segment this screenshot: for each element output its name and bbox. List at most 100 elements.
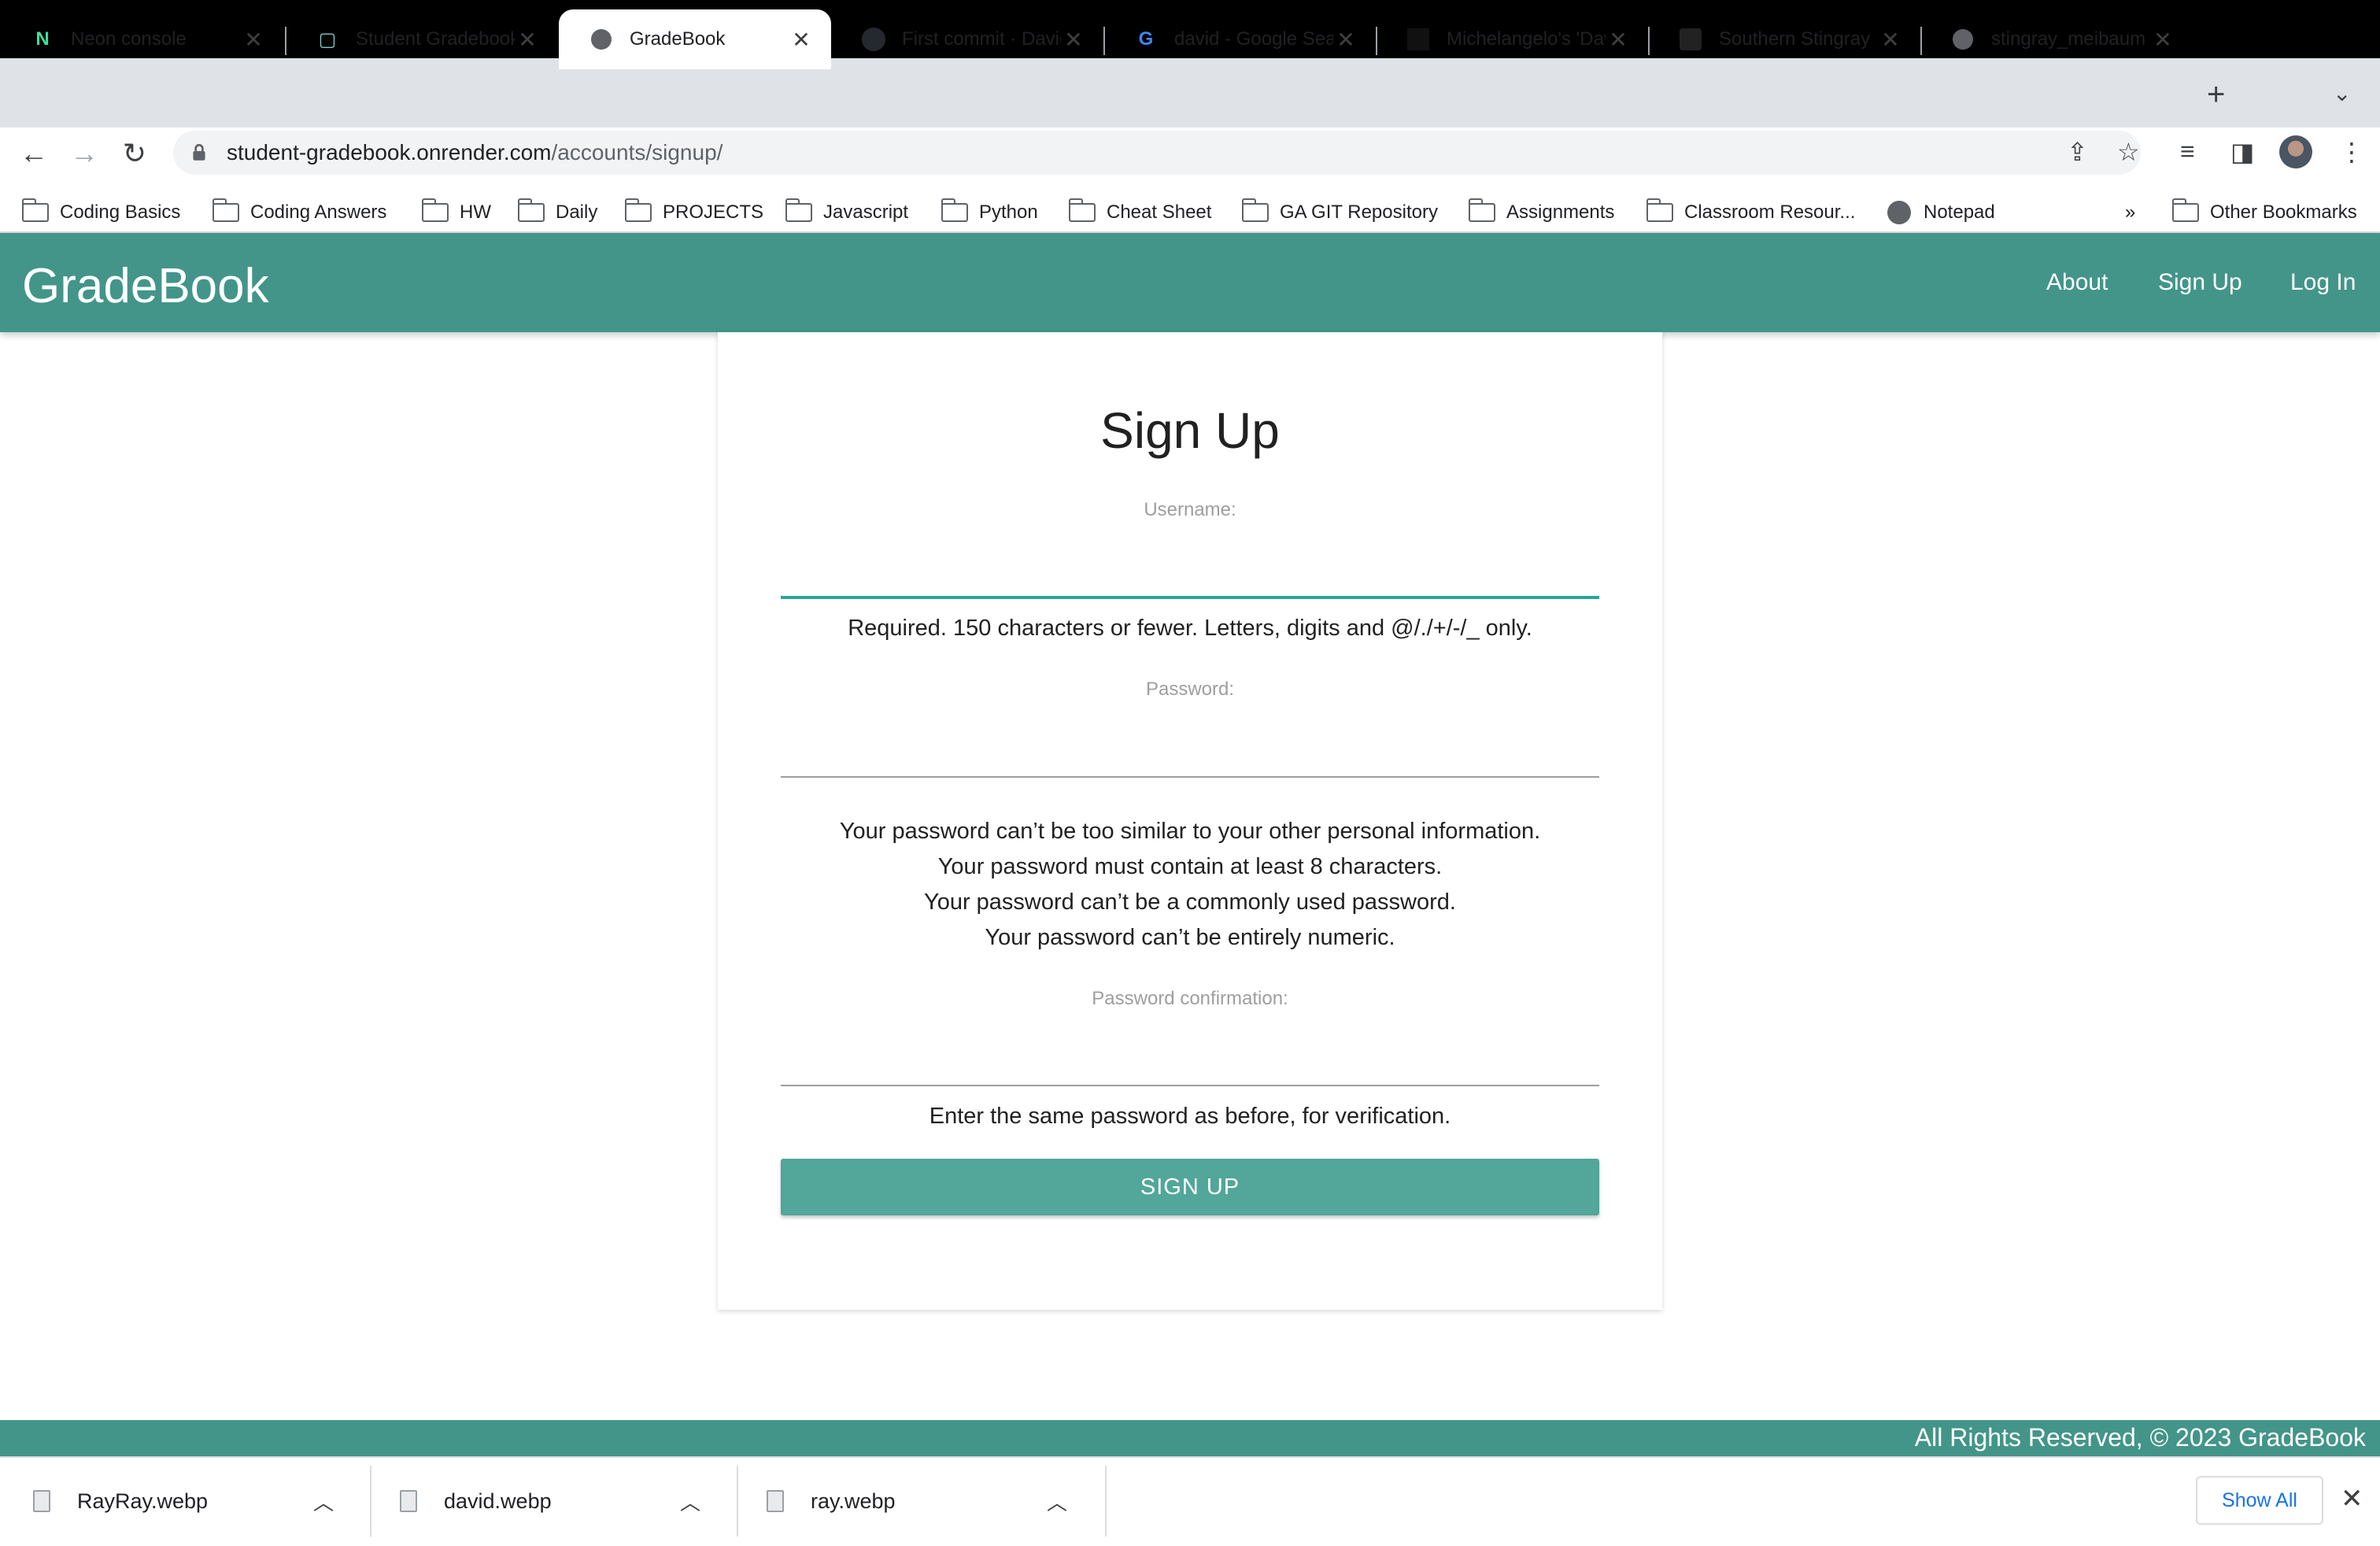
- github-icon: [861, 27, 886, 52]
- more-menu-icon[interactable]: ⋮: [2339, 137, 2364, 167]
- close-tab-icon[interactable]: ✕: [241, 27, 266, 52]
- file-icon: [767, 1490, 784, 1512]
- media-queue-icon[interactable]: ≡: [2180, 137, 2195, 166]
- neon-icon: N: [35, 28, 50, 50]
- password-help-line: Your password can’t be too similar to yo…: [839, 819, 1541, 844]
- password-confirmation-label: Password confirmation:: [1092, 988, 1288, 1009]
- back-arrow-icon[interactable]: ←: [14, 137, 54, 170]
- folder-icon: [1646, 198, 1673, 222]
- folder-icon: [421, 198, 449, 222]
- close-tab-icon[interactable]: ✕: [1606, 27, 1631, 52]
- globe-icon: [1950, 27, 1975, 52]
- bookmark-javascript[interactable]: Javascript: [785, 192, 908, 233]
- password-confirmation-help-text: Enter the same password as before, for v…: [929, 1104, 1451, 1129]
- side-panel-icon[interactable]: ◨: [2230, 137, 2254, 167]
- tab-first-commit[interactable]: First commit · David ✕: [831, 9, 1103, 69]
- url-path: /accounts/signup/: [551, 140, 723, 165]
- bookmark-cheat-sheet[interactable]: Cheat Sheet: [1068, 192, 1211, 233]
- password-field[interactable]: [781, 721, 1599, 778]
- folder-icon: [624, 198, 652, 222]
- bookmark-notepad[interactable]: Notepad: [1887, 192, 1995, 233]
- file-icon: [33, 1490, 50, 1512]
- nav-log-in[interactable]: Log In: [2290, 269, 2356, 296]
- url-host: student-gradebook.onrender.com: [227, 140, 552, 165]
- show-all-button[interactable]: Show All: [2196, 1476, 2323, 1525]
- site-icon: [1406, 27, 1431, 52]
- tab-google-search[interactable]: G david - Google Search ✕: [1103, 9, 1376, 69]
- username-label: Username:: [1144, 499, 1236, 520]
- close-tab-icon[interactable]: ✕: [515, 27, 540, 52]
- bookmark-daily[interactable]: Daily: [517, 192, 597, 233]
- tab-gradebook[interactable]: GradeBook ✕: [559, 9, 831, 69]
- globe-icon: [589, 27, 614, 52]
- bookmarks-overflow[interactable]: »: [2125, 192, 2135, 233]
- globe-icon: [1887, 201, 1911, 224]
- username-help-text: Required. 150 characters or fewer. Lette…: [848, 616, 1532, 641]
- tab-student-gradebook[interactable]: ▢ Student Gradebook ✕: [285, 9, 557, 69]
- avatar[interactable]: [2279, 135, 2312, 168]
- download-item[interactable]: RayRay.webp ︿: [0, 1466, 334, 1537]
- chevron-down-icon[interactable]: ⌄: [2333, 80, 2351, 106]
- folder-icon: [1241, 198, 1269, 222]
- bookmark-assignments[interactable]: Assignments: [1468, 192, 1614, 233]
- bookmark-coding-basics[interactable]: Coding Basics: [21, 192, 180, 233]
- download-item[interactable]: david.webp ︿: [367, 1466, 700, 1537]
- password-confirmation-field[interactable]: [781, 1030, 1599, 1086]
- password-help-line: Your password can’t be entirely numeric.: [985, 925, 1395, 950]
- folder-icon: [785, 198, 812, 222]
- reload-icon[interactable]: ↻: [115, 137, 154, 170]
- close-tab-icon[interactable]: ✕: [1878, 27, 1903, 52]
- folder-icon: [1468, 198, 1495, 222]
- bookmark-other-bookmarks[interactable]: Other Bookmarks: [2171, 192, 2357, 233]
- star-icon[interactable]: ☆: [2117, 137, 2140, 167]
- chevron-up-icon[interactable]: ︿: [680, 1487, 700, 1516]
- bookmark-hw[interactable]: HW: [421, 192, 491, 233]
- nav-sign-up[interactable]: Sign Up: [2158, 269, 2242, 296]
- password-help-line: Your password must contain at least 8 ch…: [937, 854, 1443, 879]
- close-icon[interactable]: ✕: [2341, 1483, 2363, 1515]
- folder-icon: [517, 198, 545, 222]
- bookmark-projects[interactable]: PROJECTS: [624, 192, 763, 233]
- bookmark-coding-answers[interactable]: Coding Answers: [212, 192, 386, 233]
- bookmark-classroom-resources[interactable]: Classroom Resour...: [1646, 192, 1855, 233]
- bookmark-ga-git-repository[interactable]: GA GIT Repository: [1241, 192, 1438, 233]
- page-icon: ▢: [318, 28, 337, 50]
- lock-icon: [193, 143, 205, 161]
- forward-arrow-icon[interactable]: →: [65, 137, 104, 170]
- password-help-text: Your password can’t be too similar to yo…: [718, 814, 1662, 956]
- folder-icon: [2171, 198, 2199, 222]
- google-icon: G: [1138, 28, 1154, 50]
- username-field[interactable]: [781, 542, 1599, 598]
- close-tab-icon[interactable]: ✕: [1333, 27, 1358, 52]
- download-divider: [1105, 1466, 1107, 1537]
- close-tab-icon[interactable]: ✕: [789, 27, 814, 52]
- nav-about[interactable]: About: [2046, 269, 2108, 296]
- file-icon: [400, 1490, 417, 1512]
- page-title: Sign Up: [1100, 402, 1280, 459]
- close-tab-icon[interactable]: ✕: [2150, 27, 2175, 52]
- site-navbar: [0, 233, 2380, 332]
- password-help-line: Your password can’t be a commonly used p…: [924, 890, 1456, 915]
- share-icon[interactable]: ⇪: [2067, 137, 2088, 167]
- tab-neon-console[interactable]: N Neon console ✕: [0, 9, 283, 69]
- download-item[interactable]: ray.webp ︿: [734, 1466, 1067, 1537]
- close-tab-icon[interactable]: ✕: [1061, 27, 1086, 52]
- brand-logo[interactable]: GradeBook: [22, 258, 269, 314]
- downloads-bar: [0, 1456, 2380, 1546]
- bookmark-python[interactable]: Python: [941, 192, 1038, 233]
- tab-stingray-meibaum[interactable]: stingray_meibaum ✕: [1920, 9, 2193, 69]
- tab-southern-stingray[interactable]: Southern Stingray ✕: [1648, 9, 1920, 69]
- sign-up-button[interactable]: SIGN UP: [781, 1159, 1599, 1215]
- chevron-up-icon[interactable]: ︿: [1047, 1487, 1067, 1516]
- password-label: Password:: [1145, 679, 1235, 700]
- folder-icon: [941, 198, 968, 222]
- site-icon: [1678, 27, 1703, 52]
- chevron-up-icon[interactable]: ︿: [313, 1487, 334, 1516]
- address-bar[interactable]: student-gradebook.onrender.com/accounts/…: [173, 131, 2141, 175]
- new-tab-icon[interactable]: +: [2207, 77, 2225, 113]
- folder-icon: [21, 198, 49, 222]
- folder-icon: [212, 198, 239, 222]
- tab-michelangelo[interactable]: Michelangelo's 'David' ✕: [1376, 9, 1648, 69]
- folder-icon: [1068, 198, 1096, 222]
- footer-copyright: All Rights Reserved, © 2023 GradeBook: [1914, 1423, 2366, 1452]
